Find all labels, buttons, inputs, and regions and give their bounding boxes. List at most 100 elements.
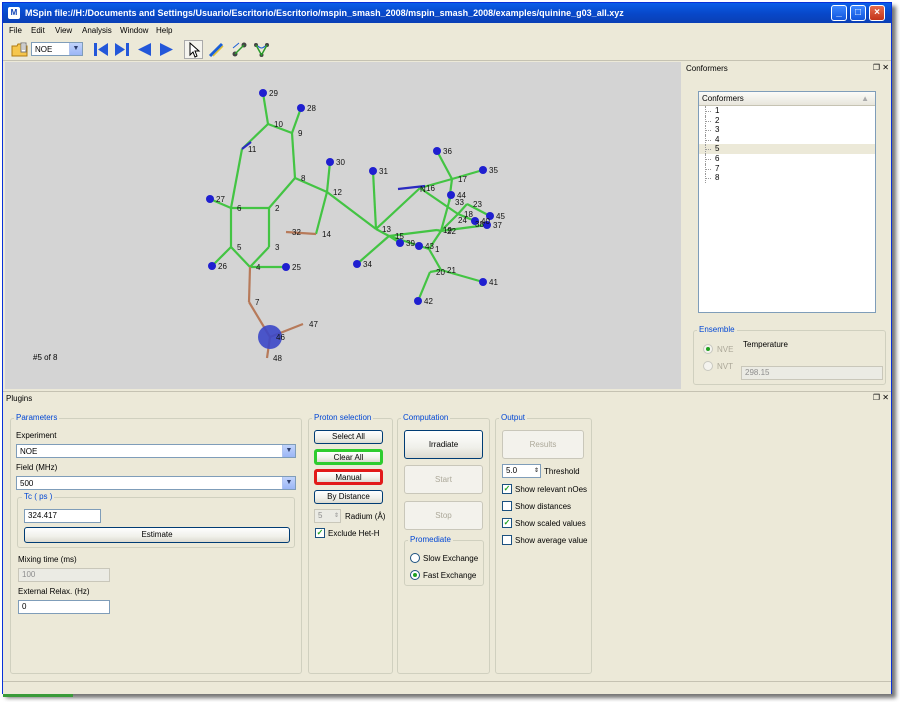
hydrogen-atom[interactable]: [369, 167, 377, 175]
menu-view[interactable]: View: [55, 26, 72, 35]
conformer-item[interactable]: 7: [699, 163, 875, 174]
hydrogen-atom[interactable]: [297, 104, 305, 112]
nvt-radio[interactable]: [703, 361, 713, 371]
atom-label: 7: [255, 298, 260, 307]
draw-bond-icon[interactable]: [208, 41, 225, 58]
threshold-spinbox[interactable]: 5.0 ⇕: [502, 464, 541, 478]
output-option-checkbox[interactable]: ✓: [502, 484, 512, 494]
conformer-item[interactable]: 6: [699, 153, 875, 164]
bond-line[interactable]: [375, 187, 421, 230]
bond-line[interactable]: [290, 132, 297, 179]
bond-line[interactable]: [451, 168, 484, 181]
output-option-label: Show average value: [515, 536, 588, 545]
atom-label: 19: [443, 226, 452, 235]
field-select[interactable]: 500 ▼: [16, 476, 296, 490]
measure-distance-icon[interactable]: [231, 41, 248, 58]
float-icon[interactable]: ❐: [873, 393, 880, 402]
bond-line[interactable]: [294, 176, 328, 194]
atom-label: 41: [489, 278, 498, 287]
menu-edit[interactable]: Edit: [31, 26, 45, 35]
menu-file[interactable]: File: [9, 26, 22, 35]
bond-line[interactable]: [326, 191, 377, 230]
bond-line[interactable]: [371, 170, 378, 230]
temperature-field[interactable]: 298.15: [741, 366, 883, 380]
close-button[interactable]: ×: [869, 5, 885, 21]
conformer-item[interactable]: 8: [699, 173, 875, 183]
spin-arrows-icon[interactable]: ⇕: [534, 465, 539, 477]
hydrogen-atom[interactable]: [415, 242, 423, 250]
molecule-viewer[interactable]: 29 28 10 9 11 8 30 31 12 27 6 2 32 14 13 15 5 3 26 4 25 34 39 7…: [5, 62, 681, 389]
hydrogen-atom[interactable]: [353, 260, 361, 268]
exclude-het-h-checkbox[interactable]: ✓: [315, 528, 325, 538]
last-conformer-icon[interactable]: [114, 41, 131, 58]
parameters-title: Parameters: [14, 413, 60, 422]
spin-arrows-icon[interactable]: ⇕: [334, 510, 339, 522]
minimize-button[interactable]: _: [831, 5, 847, 21]
hetero-bond-line[interactable]: [285, 230, 317, 236]
radius-spinbox[interactable]: 5 ⇕: [314, 509, 341, 523]
slow-exchange-radio[interactable]: [410, 553, 420, 563]
next-conformer-icon[interactable]: [158, 41, 175, 58]
hydrogen-atom[interactable]: [208, 262, 216, 270]
first-conformer-icon[interactable]: [92, 41, 109, 58]
hydrogen-atom[interactable]: [282, 263, 290, 271]
open-folder-icon[interactable]: [11, 41, 28, 58]
hydrogen-atom[interactable]: [414, 297, 422, 305]
float-icon[interactable]: ❐: [873, 63, 880, 72]
select-all-button[interactable]: Select All: [314, 430, 383, 444]
tc-field[interactable]: 324.417: [24, 509, 101, 523]
hydrogen-atom[interactable]: [433, 147, 441, 155]
atom-label: 4: [256, 263, 261, 272]
conformer-item[interactable]: 1: [699, 106, 875, 116]
nve-radio[interactable]: [703, 344, 713, 354]
bond-line[interactable]: [229, 148, 244, 209]
atom-label: 38: [475, 220, 484, 229]
conformer-item[interactable]: 2: [699, 115, 875, 126]
pointer-select-icon[interactable]: [184, 40, 203, 59]
bond-line[interactable]: [325, 161, 332, 193]
start-button[interactable]: Start: [404, 465, 483, 494]
experiment-select[interactable]: NOE ▼: [16, 444, 296, 458]
atom-label: 12: [333, 188, 342, 197]
external-relax-field[interactable]: 0: [18, 600, 110, 614]
hydrogen-atom[interactable]: [447, 191, 455, 199]
results-button[interactable]: Results: [502, 430, 584, 459]
hetero-bond-line[interactable]: [247, 266, 252, 303]
molecule-canvas[interactable]: 2928109118303112276 232 1413155 326 4 25 34397…: [5, 62, 681, 389]
output-option-checkbox[interactable]: [502, 501, 512, 511]
conformer-item[interactable]: 4: [699, 134, 875, 145]
measure-angle-icon[interactable]: [253, 41, 270, 58]
bond-line[interactable]: [261, 92, 270, 125]
clear-all-button[interactable]: Clear All: [314, 449, 383, 465]
menu-analysis[interactable]: Analysis: [82, 26, 112, 35]
conformer-status: #5 of 8: [33, 353, 58, 362]
previous-conformer-icon[interactable]: [136, 41, 153, 58]
hydrogen-atom[interactable]: [479, 166, 487, 174]
stop-button[interactable]: Stop: [404, 501, 483, 530]
bond-line[interactable]: [314, 191, 329, 235]
estimate-button[interactable]: Estimate: [24, 527, 290, 543]
bond-line[interactable]: [356, 235, 390, 265]
by-distance-button[interactable]: By Distance: [314, 490, 383, 504]
mode-select[interactable]: NOE ▼: [31, 42, 83, 56]
fast-exchange-radio[interactable]: [410, 570, 420, 580]
conformer-item[interactable]: 3: [699, 125, 875, 135]
bond-line[interactable]: [268, 177, 296, 209]
menu-window[interactable]: Window: [120, 26, 148, 35]
mixing-time-field[interactable]: 100: [18, 568, 110, 582]
conformers-list-header[interactable]: Conformers ▲: [699, 92, 875, 106]
menu-help[interactable]: Help: [156, 26, 172, 35]
hydrogen-atom[interactable]: [206, 195, 214, 203]
manual-button[interactable]: Manual: [314, 469, 383, 485]
output-option-checkbox[interactable]: [502, 535, 512, 545]
irradiate-button[interactable]: Irradiate: [404, 430, 483, 459]
close-icon[interactable]: ✕: [882, 393, 889, 402]
conformer-item[interactable]: 5: [699, 144, 875, 154]
conformers-list[interactable]: Conformers ▲ 12345678: [698, 91, 876, 313]
hydrogen-atom[interactable]: [326, 158, 334, 166]
close-icon[interactable]: ✕: [882, 63, 889, 72]
maximize-button[interactable]: □: [850, 5, 866, 21]
output-option-checkbox[interactable]: ✓: [502, 518, 512, 528]
hydrogen-atom[interactable]: [259, 89, 267, 97]
hydrogen-atom[interactable]: [479, 278, 487, 286]
